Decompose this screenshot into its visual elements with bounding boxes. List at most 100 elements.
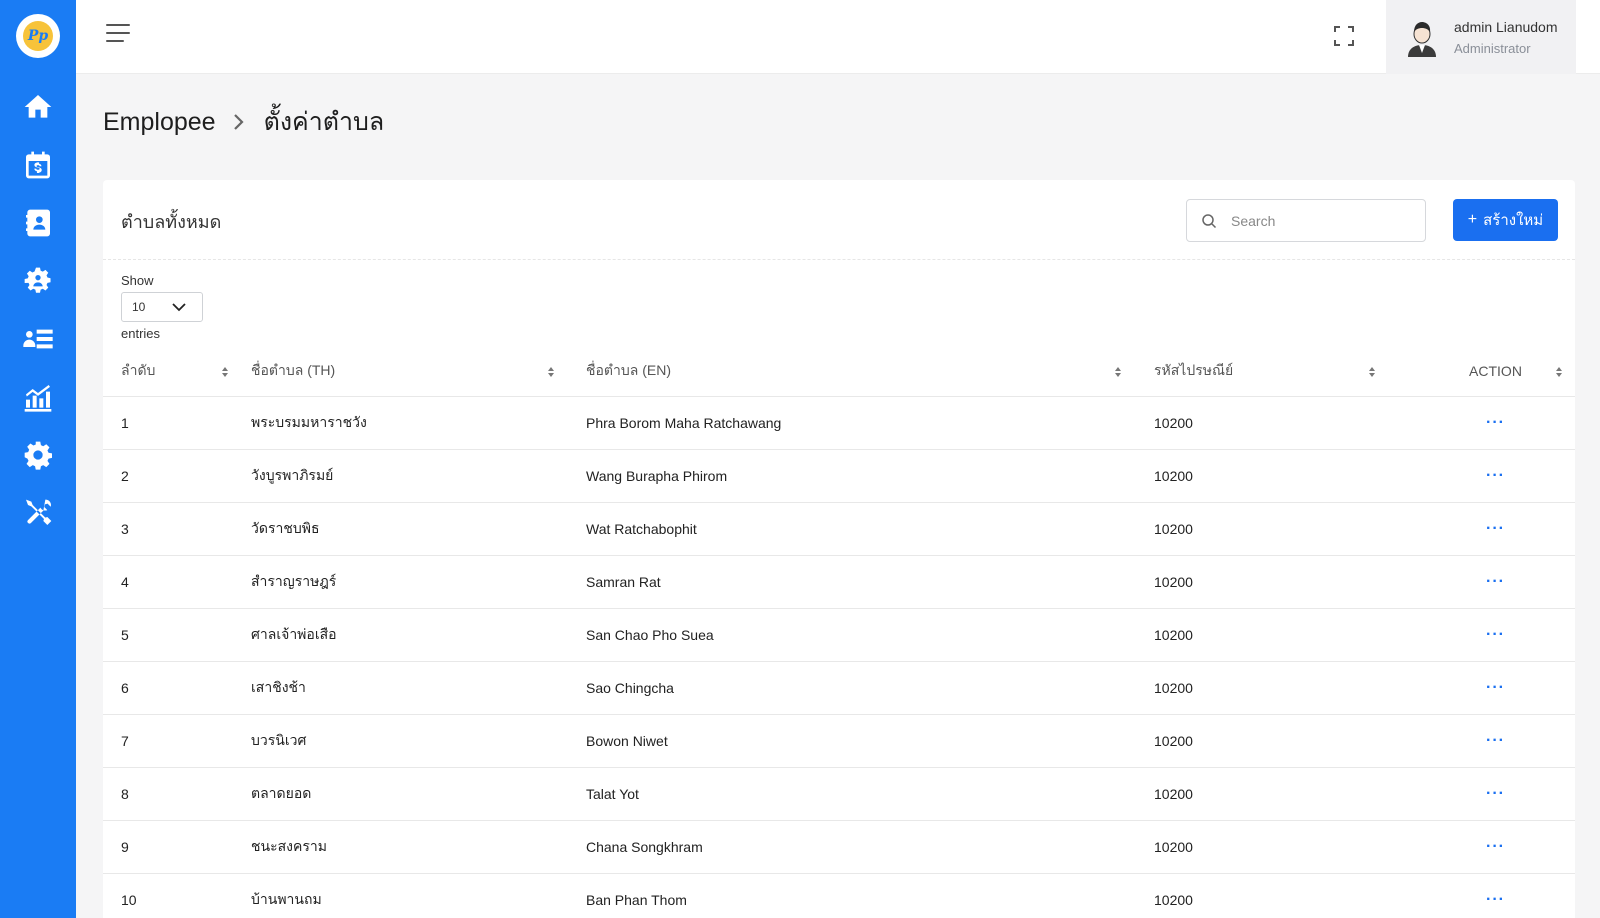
entries-label: entries (121, 326, 161, 341)
cell-postcode: 10200 (1154, 396, 1416, 450)
table-body: 1 พระบรมมหาราชวัง Phra Borom Maha Ratcha… (103, 396, 1575, 918)
row-action-menu[interactable]: ··· (1416, 873, 1575, 918)
cell-name-th: ศาลเจ้าพ่อเสือ (251, 608, 586, 662)
topbar: admin Lianudom Administrator (76, 0, 1600, 74)
subdistrict-table: ลำดับ ชื่อตำบล (TH) ชื่อตำบล (EN) รหัสไป… (103, 346, 1575, 918)
search-input[interactable] (1231, 212, 1411, 229)
cell-no: 3 (103, 502, 251, 556)
column-header-action[interactable]: ACTION (1416, 346, 1575, 397)
table-row: 6 เสาชิงช้า Sao Chingcha 10200 ··· (103, 661, 1575, 715)
chart-icon (24, 385, 52, 412)
chevron-down-icon (172, 302, 186, 311)
cell-postcode: 10200 (1154, 767, 1416, 821)
cell-postcode: 10200 (1154, 555, 1416, 609)
user-menu[interactable]: admin Lianudom Administrator (1386, 0, 1576, 74)
sidebar-item-payroll[interactable] (0, 136, 76, 194)
page-length-value: 10 (132, 300, 146, 314)
create-new-label: สร้างใหม่ (1483, 212, 1544, 229)
row-action-menu[interactable]: ··· (1416, 396, 1575, 450)
cell-name-en: Wang Burapha Phirom (586, 449, 1154, 503)
tools-icon (26, 499, 52, 525)
cell-postcode: 10200 (1154, 873, 1416, 918)
sort-icon (1115, 367, 1121, 377)
sidebar: Pp (0, 0, 76, 918)
column-header-postcode[interactable]: รหัสไปรษณีย์ (1154, 346, 1416, 397)
page-length-control: Show 10 entries (121, 273, 203, 341)
page-length-select[interactable]: 10 (121, 292, 203, 322)
row-action-menu[interactable]: ··· (1416, 767, 1575, 821)
cell-no: 5 (103, 608, 251, 662)
cell-no: 6 (103, 661, 251, 715)
home-icon (24, 95, 52, 118)
column-header-no[interactable]: ลำดับ (103, 346, 251, 397)
menu-toggle-icon[interactable] (106, 24, 132, 48)
sidebar-item-teams[interactable] (0, 252, 76, 310)
card-header: ตำบลทั้งหมด + สร้างใหม่ (103, 180, 1575, 260)
cell-postcode: 10200 (1154, 449, 1416, 503)
row-action-menu[interactable]: ··· (1416, 502, 1575, 556)
subdistrict-card: ตำบลทั้งหมด + สร้างใหม่ Show 10 entries … (103, 180, 1575, 918)
user-name: admin Lianudom (1454, 18, 1558, 35)
table-row: 7 บวรนิเวศ Bowon Niwet 10200 ··· (103, 714, 1575, 768)
cell-no: 7 (103, 714, 251, 768)
user-role: Administrator (1454, 40, 1531, 56)
cell-name-th: พระบรมมหาราชวัง (251, 396, 586, 450)
row-action-menu[interactable]: ··· (1416, 820, 1575, 874)
sort-icon (222, 367, 228, 377)
card-title: ตำบลทั้งหมด (121, 212, 222, 232)
sidebar-item-user-list[interactable] (0, 310, 76, 368)
cell-name-th: สำราญราษฎร์ (251, 555, 586, 609)
sidebar-item-settings[interactable] (0, 426, 76, 484)
sidebar-nav (0, 78, 76, 542)
avatar (1408, 22, 1436, 57)
cell-name-th: ตลาดยอด (251, 767, 586, 821)
cell-postcode: 10200 (1154, 502, 1416, 556)
cell-name-th: บ้านพานถม (251, 873, 586, 918)
sidebar-item-tools[interactable] (0, 484, 76, 542)
cell-no: 9 (103, 820, 251, 874)
cell-name-en: Sao Chingcha (586, 661, 1154, 715)
cell-name-en: Samran Rat (586, 555, 1154, 609)
sort-icon (1369, 367, 1375, 377)
sidebar-item-home[interactable] (0, 78, 76, 136)
table-header-row: ลำดับ ชื่อตำบล (TH) ชื่อตำบล (EN) รหัสไป… (103, 346, 1575, 397)
column-header-name-th[interactable]: ชื่อตำบล (TH) (251, 346, 586, 397)
cell-postcode: 10200 (1154, 714, 1416, 768)
breadcrumb-parent[interactable]: Emplopee (103, 108, 216, 137)
cell-postcode: 10200 (1154, 820, 1416, 874)
row-action-menu[interactable]: ··· (1416, 555, 1575, 609)
cell-no: 1 (103, 396, 251, 450)
cell-no: 2 (103, 449, 251, 503)
table-row: 4 สำราญราษฎร์ Samran Rat 10200 ··· (103, 555, 1575, 609)
breadcrumb: Emplopee ตั้งค่าตำบล (103, 102, 384, 142)
table-row: 10 บ้านพานถม Ban Phan Thom 10200 ··· (103, 873, 1575, 918)
row-action-menu[interactable]: ··· (1416, 449, 1575, 503)
cell-name-en: Talat Yot (586, 767, 1154, 821)
search-icon (1202, 213, 1217, 228)
gear-icon (24, 441, 52, 470)
chevron-right-icon (233, 114, 244, 130)
sidebar-item-employees[interactable] (0, 194, 76, 252)
table-row: 8 ตลาดยอด Talat Yot 10200 ··· (103, 767, 1575, 821)
create-new-button[interactable]: + สร้างใหม่ (1453, 199, 1558, 241)
page-title: ตั้งค่าตำบล (263, 108, 385, 136)
column-header-name-en[interactable]: ชื่อตำบล (EN) (586, 346, 1154, 397)
table-row: 3 วัดราชบพิธ Wat Ratchabophit 10200 ··· (103, 502, 1575, 556)
app-logo[interactable]: Pp (16, 14, 60, 58)
row-action-menu[interactable]: ··· (1416, 661, 1575, 715)
table-row: 5 ศาลเจ้าพ่อเสือ San Chao Pho Suea 10200… (103, 608, 1575, 662)
cell-name-th: ชนะสงคราม (251, 820, 586, 874)
search-box (1186, 199, 1426, 242)
cell-no: 10 (103, 873, 251, 918)
cell-name-th: วังบูรพาภิรมย์ (251, 449, 586, 503)
cell-name-en: Bowon Niwet (586, 714, 1154, 768)
row-action-menu[interactable]: ··· (1416, 714, 1575, 768)
table-row: 2 วังบูรพาภิรมย์ Wang Burapha Phirom 102… (103, 449, 1575, 503)
team-gear-icon (24, 267, 51, 293)
row-action-menu[interactable]: ··· (1416, 608, 1575, 662)
show-label: Show (121, 273, 154, 288)
cell-name-th: เสาชิงช้า (251, 661, 586, 715)
fullscreen-icon[interactable] (1332, 24, 1356, 48)
cell-no: 4 (103, 555, 251, 609)
sidebar-item-reports[interactable] (0, 368, 76, 426)
